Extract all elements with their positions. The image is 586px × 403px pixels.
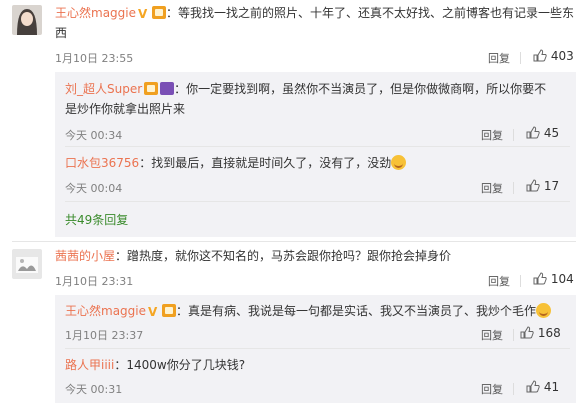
divider [513, 129, 514, 141]
reply-button[interactable]: 回复 [488, 50, 510, 66]
reply-text: ：找到最后，直接就是时间久了，没有了，没劲 [139, 156, 392, 170]
divider [513, 182, 514, 194]
verified-v-icon: V [138, 7, 148, 21]
sleepy-face-emoji-icon [391, 155, 407, 170]
reply-body: 王心然maggie V ：真是有病、我说是每一句都是实话、我又不当演员了、我炒个毛作 [65, 301, 570, 321]
comment-text: ：等我找一找之前的照片、十年了、还真不太好找、之前博客也有记录一些东 [166, 6, 575, 20]
laughing-tears-emoji-icon [536, 303, 552, 318]
comment-username[interactable]: 王心然maggie [55, 6, 136, 20]
reply-body: 口水包36756：找到最后，直接就是时间久了，没有了，没劲 [65, 153, 570, 173]
comment-text-cont: 西 [55, 26, 68, 40]
comment-divider [12, 241, 576, 242]
like-count: 168 [537, 326, 561, 340]
reply-divider [65, 348, 570, 349]
avatar[interactable] [12, 249, 42, 279]
like-button[interactable]: 45 [526, 126, 559, 140]
avatar[interactable] [12, 5, 42, 35]
like-count: 104 [550, 272, 574, 286]
reply-body: 刘_超人Super ：你一定要找到啊，虽然你不当演员了，但是你做微商啊，所以你要不… [65, 79, 570, 119]
reply-time: 今天 00:04 [65, 182, 123, 195]
comment-time: 1月10日 23:55 [55, 52, 134, 65]
comment-time: 1月10日 23:31 [55, 275, 134, 288]
reply-username[interactable]: 刘_超人Super [65, 82, 142, 96]
like-button[interactable]: 104 [533, 272, 574, 286]
reply-button[interactable]: 回复 [481, 127, 503, 143]
divider [513, 329, 514, 341]
like-count: 403 [550, 49, 574, 63]
level-badge-icon [144, 82, 159, 95]
reply-text: ：1400w你分了几块钱? [114, 358, 246, 372]
level-badge-icon [162, 304, 176, 317]
reply-time: 今天 00:31 [65, 383, 123, 396]
reply-button[interactable]: 回复 [481, 180, 503, 196]
comment-body: 茜茜的小屋：蹭热度，就你这不知名的，马苏会跟你抢吗？跟你抢会掉身价 [55, 246, 575, 266]
comment-username[interactable]: 茜茜的小屋 [55, 249, 115, 263]
level-badge-icon [152, 6, 166, 19]
more-replies-link[interactable]: 共49条回复 [65, 211, 128, 228]
reply-username[interactable]: 路人甲iiii [65, 358, 114, 372]
like-count: 41 [543, 380, 560, 394]
reply-button[interactable]: 回复 [481, 381, 503, 397]
like-button[interactable]: 403 [533, 49, 574, 63]
reply-time: 今天 00:34 [65, 129, 123, 142]
thumbs-up-icon [526, 126, 540, 139]
comment-text: ：蹭热度，就你这不知名的，马苏会跟你抢吗？跟你抢会掉身价 [115, 249, 452, 263]
thumbs-up-icon [526, 380, 540, 393]
vip-badge-icon [160, 82, 175, 95]
divider [513, 383, 514, 395]
reply-divider [65, 146, 570, 147]
thumbs-up-icon [520, 326, 534, 339]
like-button[interactable]: 168 [520, 326, 561, 340]
reply-time: 1月10日 23:37 [65, 329, 144, 342]
thumbs-up-icon [533, 49, 547, 62]
reply-text: ：真是有病、我说是每一句都是实话、我又不当演员了、我炒个毛作 [176, 304, 537, 318]
reply-username[interactable]: 王心然maggie [65, 304, 146, 318]
thumbs-up-icon [533, 272, 547, 285]
reply-text-cont: 是炒作你就拿出照片来 [65, 102, 186, 116]
comment-body: 王心然maggie V ：等我找一找之前的照片、十年了、还真不太好找、之前博客也有记… [55, 3, 575, 43]
reply-body: 路人甲iiii：1400w你分了几块钱? [65, 355, 570, 375]
divider [520, 52, 521, 64]
thumbs-up-icon [526, 179, 540, 192]
reply-text: ：你一定要找到啊，虽然你不当演员了，但是你做微商啊，所以你要不 [174, 82, 547, 96]
like-button[interactable]: 17 [526, 179, 559, 193]
reply-button[interactable]: 回复 [488, 273, 510, 289]
reply-divider [65, 201, 570, 202]
divider [520, 275, 521, 287]
like-button[interactable]: 41 [526, 380, 559, 394]
like-count: 45 [543, 126, 560, 140]
reply-username[interactable]: 口水包36756 [65, 156, 139, 170]
verified-v-icon: V [148, 305, 158, 319]
reply-button[interactable]: 回复 [481, 327, 503, 343]
like-count: 17 [543, 179, 560, 193]
